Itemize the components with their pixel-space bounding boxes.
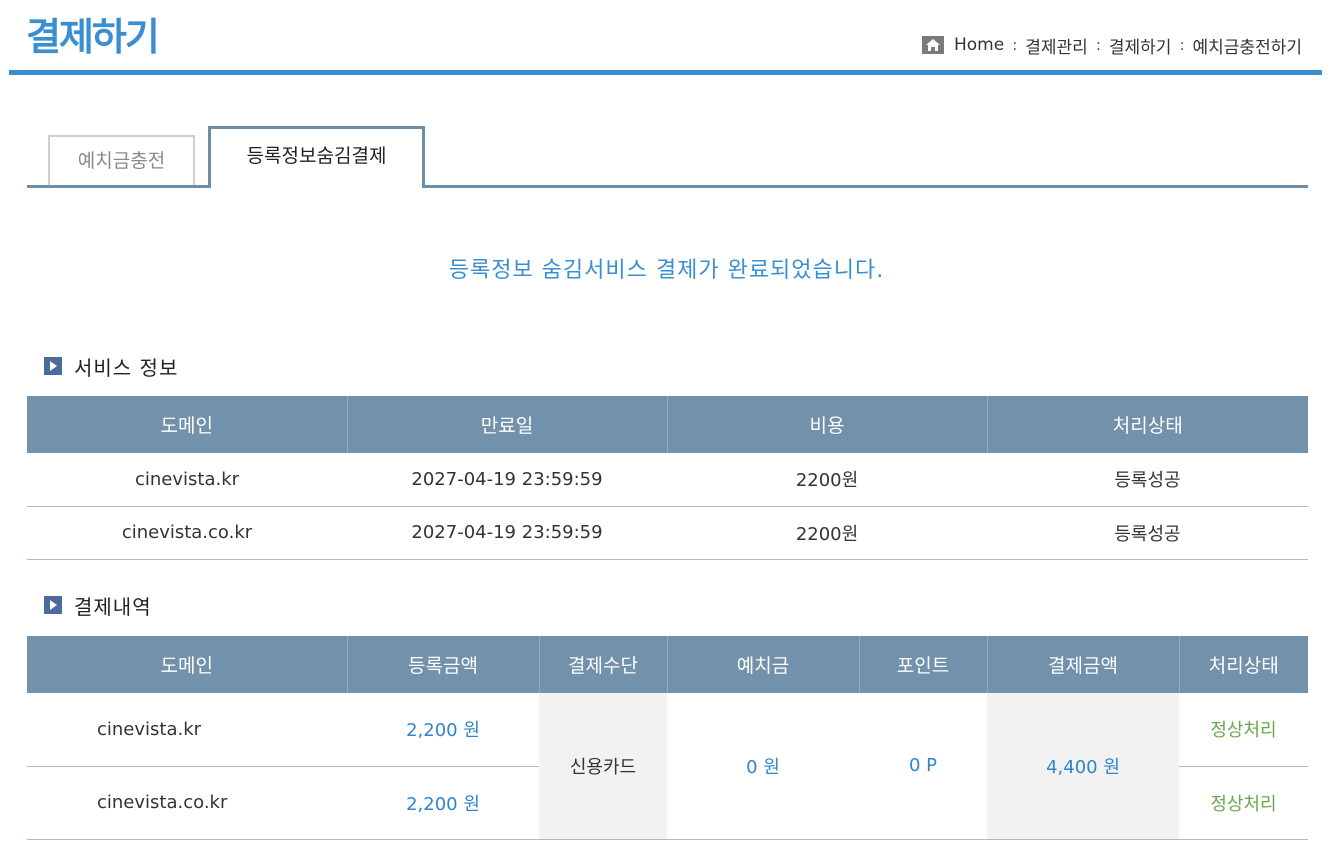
service-info-heading: 서비스 정보	[44, 354, 179, 380]
service-info-table: 도메인 만료일 비용 처리상태 cinevista.kr 2027-04-19 …	[27, 396, 1308, 560]
column-header: 처리상태	[1179, 636, 1308, 693]
cost-cell: 2200원	[667, 506, 987, 560]
domain-cell: cinevista.kr	[27, 453, 347, 507]
table-row: cinevista.kr 2027-04-19 23:59:59 2200원 등…	[27, 453, 1308, 507]
column-header: 예치금	[667, 636, 860, 693]
header-divider	[9, 70, 1322, 75]
breadcrumb-separator: :	[1095, 36, 1101, 54]
payment-details-table: 도메인 등록금액 결제수단 예치금 포인트 결제금액 처리상태 cinevist…	[27, 636, 1308, 840]
tab-deposit-charge[interactable]: 예치금충전	[48, 135, 195, 185]
home-icon[interactable]	[922, 36, 944, 54]
table-header-row: 도메인 만료일 비용 처리상태	[27, 396, 1308, 453]
column-header: 비용	[667, 396, 988, 453]
column-header: 등록금액	[347, 636, 540, 693]
arrow-bullet-icon	[44, 596, 62, 614]
domain-cell: cinevista.co.kr	[27, 506, 347, 560]
arrow-bullet-icon	[44, 357, 62, 375]
tab-bar: 예치금충전 등록정보숨김결제	[27, 126, 1308, 188]
page-header: 결제하기 Home : 결제관리 : 결제하기 : 예치금충전하기	[0, 0, 1333, 76]
amount-cell: 2,200 원	[347, 766, 539, 840]
status-cell: 등록성공	[987, 506, 1308, 560]
breadcrumb-separator: :	[1179, 36, 1185, 54]
completion-message: 등록정보 숨김서비스 결제가 완료되었습니다.	[448, 258, 885, 283]
cost-cell: 2200원	[667, 453, 987, 507]
tab-hide-registration-payment[interactable]: 등록정보숨김결제	[208, 126, 425, 188]
breadcrumb-payment-management[interactable]: 결제관리	[1025, 33, 1088, 58]
amount-cell: 2,200 원	[347, 693, 539, 767]
column-header: 포인트	[859, 636, 988, 693]
column-header: 결제금액	[987, 636, 1180, 693]
status-cell: 등록성공	[987, 453, 1308, 507]
payment-details-title: 결제내역	[74, 594, 152, 619]
service-info-title: 서비스 정보	[74, 355, 179, 380]
expiry-cell: 2027-04-19 23:59:59	[347, 453, 667, 507]
breadcrumb-payment[interactable]: 결제하기	[1109, 33, 1172, 58]
breadcrumb-deposit-charge[interactable]: 예치금충전하기	[1193, 33, 1302, 58]
payment-method-cell: 신용카드	[539, 693, 667, 840]
status-cell: 정상처리	[1179, 693, 1308, 767]
table-header-row: 도메인 등록금액 결제수단 예치금 포인트 결제금액 처리상태	[27, 636, 1308, 693]
total-amount-cell: 4,400 원	[987, 693, 1179, 840]
column-header: 도메인	[27, 396, 348, 453]
column-header: 결제수단	[539, 636, 668, 693]
status-cell: 정상처리	[1179, 766, 1308, 840]
table-row: cinevista.kr 2,200 원 신용카드 0 원 0 P 4,400 …	[27, 693, 1308, 840]
points-cell: 0 P	[859, 693, 987, 840]
page-title: 결제하기	[26, 15, 160, 59]
column-header: 처리상태	[987, 396, 1308, 453]
breadcrumb: Home : 결제관리 : 결제하기 : 예치금충전하기	[922, 32, 1302, 58]
column-header: 만료일	[347, 396, 668, 453]
breadcrumb-separator: :	[1012, 36, 1018, 54]
expiry-cell: 2027-04-19 23:59:59	[347, 506, 667, 560]
table-row: cinevista.co.kr 2027-04-19 23:59:59 2200…	[27, 506, 1308, 560]
domain-cell: cinevista.kr	[27, 693, 347, 767]
column-header: 도메인	[27, 636, 348, 693]
payment-details-heading: 결제내역	[44, 593, 152, 619]
domain-cell: cinevista.co.kr	[27, 766, 347, 840]
deposit-cell: 0 원	[667, 693, 859, 840]
breadcrumb-home[interactable]: Home	[954, 35, 1004, 55]
